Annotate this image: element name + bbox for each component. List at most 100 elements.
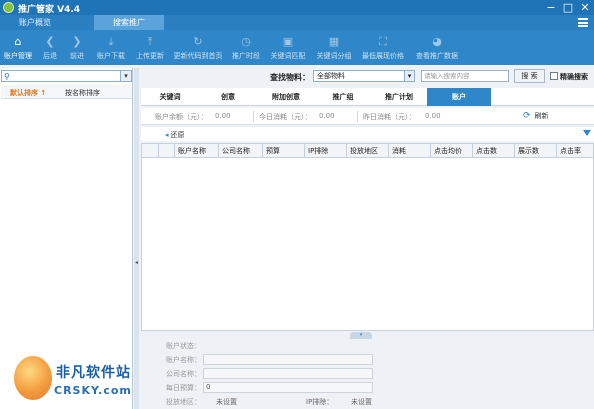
- column-header[interactable]: 投放地区: [346, 144, 388, 158]
- keyword-group-button[interactable]: ▦ 关键词分组: [312, 30, 356, 65]
- region-value: 未设置: [216, 398, 237, 406]
- collapse-detail-handle[interactable]: ▾: [350, 332, 372, 339]
- restore-row: ◂ 还原: [141, 127, 594, 141]
- update-code-button[interactable]: ↻ 更新代码到首页: [170, 30, 226, 65]
- tab-campaign[interactable]: 推广计划: [371, 88, 427, 106]
- exact-search-label: 精确搜索: [560, 73, 588, 81]
- top-tab-bar: 账户概览 搜索推广: [0, 15, 594, 30]
- budget-label: 每日预算：: [166, 384, 201, 392]
- collapse-left-icon[interactable]: ◂: [134, 258, 139, 268]
- schedule-button[interactable]: ◷ 推广时段: [228, 30, 264, 65]
- company-label: 公司名称：: [166, 370, 201, 378]
- table-header: 账户名称 公司名称 预算 IP排除 投放地区 消耗 点击均价 点击数 展示数 点…: [142, 144, 593, 158]
- watermark-site: CRSKY.com: [54, 384, 132, 397]
- min-price-button[interactable]: ⛶ 最低展现价格: [358, 30, 408, 65]
- tab-keyword[interactable]: 关键词: [141, 88, 199, 106]
- view-data-button[interactable]: ◕ 查看推广数据: [412, 30, 462, 65]
- column-header[interactable]: 点击率: [556, 144, 593, 158]
- toolbar: ⌂ 账户管理 ❮ 后退 ❯ 前进 ⤓ 账户下载 ⤒ 上传更新 ↻ 更新代码到首页…: [0, 30, 594, 65]
- column-header[interactable]: 点击均价: [430, 144, 472, 158]
- account-selector[interactable]: ⚲ ▾: [1, 70, 132, 82]
- column-status: [158, 144, 174, 158]
- sort-by-name-button[interactable]: 按名称排序: [65, 88, 100, 98]
- stats-divider: [357, 111, 358, 122]
- keyword-match-button[interactable]: ▣ 关键词匹配: [266, 30, 310, 65]
- yesterday-cost-label: 昨日消耗（元）：: [363, 113, 416, 121]
- refresh-icon: ⟳: [523, 111, 531, 121]
- forward-button[interactable]: ❯ 前进: [64, 30, 90, 65]
- expand-icon: ⛶: [379, 35, 387, 48]
- arrow-left-icon: ◂: [165, 131, 169, 139]
- account-name-field[interactable]: [203, 354, 373, 365]
- chevron-down-icon: ▾: [404, 71, 414, 81]
- column-header[interactable]: 点击数: [472, 144, 514, 158]
- clock-icon: ◷: [241, 35, 251, 48]
- home-icon: ⌂: [14, 35, 22, 48]
- refresh-button[interactable]: ⟳ 刷新: [523, 111, 549, 121]
- exact-search-checkbox[interactable]: [550, 72, 558, 80]
- tab-ad-group[interactable]: 推广组: [315, 88, 371, 106]
- refresh-icon: ↻: [193, 35, 203, 48]
- account-manage-button[interactable]: ⌂ 账户管理: [0, 30, 36, 65]
- user-icon: ⚲: [4, 72, 10, 81]
- search-row: 查找物料： 全部物料 ▾ 请输入搜索内容 搜 索 精确搜索: [140, 68, 594, 85]
- watermark-brand: 非凡软件站: [56, 365, 131, 381]
- balance-label: 账户余额（元）：: [155, 113, 208, 121]
- download-account-button[interactable]: ⤓ 账户下载: [92, 30, 130, 65]
- region-label: 投放地区：: [166, 398, 201, 406]
- account-detail-panel: 账户状态： 账户名称： 公司名称： 每日预算： 0 投放地区： 未设置 IP排除…: [141, 339, 594, 409]
- search-button[interactable]: 搜 索: [514, 69, 545, 83]
- tab-creative[interactable]: 创意: [199, 88, 257, 106]
- upload-icon: ⤒: [147, 35, 153, 48]
- search-input[interactable]: 请输入搜索内容: [421, 70, 509, 82]
- arrow-right-icon: ❯: [72, 35, 82, 48]
- balance-value: 0.00: [215, 112, 231, 120]
- column-header[interactable]: 公司名称: [218, 144, 262, 158]
- ip-exclude-value: 未设置: [351, 398, 372, 406]
- company-name-field[interactable]: [203, 368, 373, 379]
- yesterday-cost-value: 0.00: [425, 112, 441, 120]
- account-table: 账户名称 公司名称 预算 IP排除 投放地区 消耗 点击均价 点击数 展示数 点…: [141, 143, 594, 331]
- column-header[interactable]: IP排除: [304, 144, 346, 158]
- object-tabs: 关键词 创意 附加创意 推广组 推广计划 账户: [141, 88, 594, 106]
- maximize-button[interactable]: □: [560, 0, 576, 15]
- restore-button[interactable]: ◂ 还原: [165, 130, 185, 140]
- sort-bar: 默认排序 ↑ 按名称排序: [1, 85, 132, 99]
- download-icon: ⤓: [108, 35, 114, 48]
- today-cost-label: 今日消耗（元）：: [259, 113, 312, 121]
- column-header[interactable]: 账户名称: [174, 144, 218, 158]
- find-material-label: 查找物料：: [270, 73, 310, 82]
- title-bar: 推广管家 V4.4 − □ ✕: [0, 0, 594, 15]
- tab-account-overview[interactable]: 账户概览: [0, 15, 70, 30]
- chevron-down-icon[interactable]: ▾: [120, 71, 131, 81]
- today-cost-value: 0.00: [319, 112, 335, 120]
- minimize-button[interactable]: −: [543, 0, 559, 15]
- back-button[interactable]: ❮ 后退: [38, 30, 62, 65]
- column-header[interactable]: 预算: [262, 144, 304, 158]
- ip-exclude-label: IP排除：: [306, 398, 334, 406]
- menu-icon[interactable]: [578, 18, 588, 27]
- watermark-logo-icon: [14, 356, 52, 400]
- name-label: 账户名称：: [166, 356, 201, 364]
- tab-account[interactable]: 账户: [427, 88, 491, 106]
- watermark: 非凡软件站 CRSKY.com: [14, 356, 164, 406]
- sort-default-button[interactable]: 默认排序 ↑: [10, 88, 46, 98]
- daily-budget-field[interactable]: 0: [203, 382, 373, 393]
- tab-extra-creative[interactable]: 附加创意: [257, 88, 315, 106]
- tab-search-promotion[interactable]: 搜索推广: [94, 15, 164, 30]
- column-select[interactable]: [142, 144, 158, 158]
- filter-icon[interactable]: [583, 130, 591, 136]
- arrow-left-icon: ❮: [45, 35, 55, 48]
- image-icon: ▣: [282, 35, 294, 48]
- stats-row: 账户余额（元）： 0.00 今日消耗（元）： 0.00 昨日消耗（元）： 0.0…: [141, 108, 594, 125]
- app-logo-icon: [3, 2, 14, 13]
- status-label: 账户状态：: [166, 342, 201, 350]
- material-select[interactable]: 全部物料 ▾: [313, 70, 415, 82]
- column-header[interactable]: 消耗: [388, 144, 430, 158]
- window-title: 推广管家 V4.4: [18, 5, 81, 15]
- column-header[interactable]: 展示数: [514, 144, 556, 158]
- close-button[interactable]: ✕: [577, 0, 593, 15]
- upload-update-button[interactable]: ⤒ 上传更新: [132, 30, 168, 65]
- stats-divider: [253, 111, 254, 122]
- grid-icon: ▦: [328, 35, 340, 48]
